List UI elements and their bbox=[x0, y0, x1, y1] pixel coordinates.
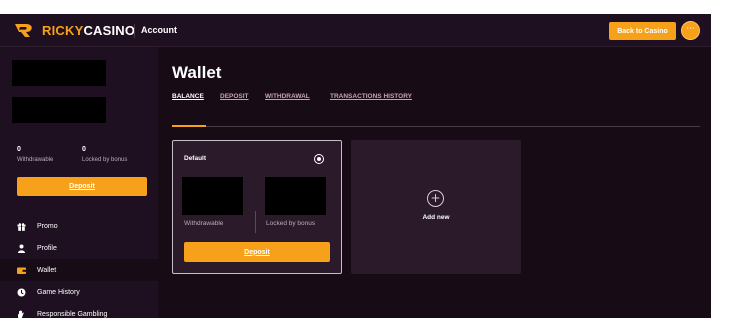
sidebar: 0 Withdrawable 0 Locked by bonus Deposit… bbox=[0, 47, 158, 318]
wallet-withdrawable-label: Withdrawable bbox=[184, 220, 224, 227]
page-title: Wallet bbox=[172, 63, 222, 82]
active-tab-indicator bbox=[172, 125, 206, 127]
back-to-casino-button[interactable]: Back to Casino bbox=[609, 22, 676, 40]
sidebar-item-label: Promo bbox=[37, 222, 58, 230]
tab-balance[interactable]: BALANCE bbox=[172, 93, 204, 100]
sidebar-item-profile[interactable]: Profile bbox=[0, 237, 158, 259]
locked-bonus-label: Locked by bonus bbox=[82, 157, 128, 163]
sidebar-item-game-history[interactable]: Game History bbox=[0, 281, 158, 303]
wallet-card-divider bbox=[255, 211, 256, 233]
withdrawable-label: Withdrawable bbox=[17, 157, 54, 163]
user-icon bbox=[17, 244, 26, 253]
wallet-deposit-button[interactable]: Deposit bbox=[184, 242, 330, 262]
default-wallet-card[interactable]: Default Withdrawable Locked by bonus Dep… bbox=[172, 140, 342, 274]
redacted-balance bbox=[12, 97, 106, 123]
plus-circle-icon: + bbox=[427, 190, 444, 207]
gift-icon bbox=[17, 222, 26, 231]
more-menu-button[interactable]: ··· bbox=[681, 21, 700, 40]
redacted-username bbox=[12, 60, 106, 86]
brand-logo[interactable]: RICKYCASINO bbox=[14, 22, 135, 38]
section-title: Account bbox=[141, 25, 177, 35]
wallet-card-title: Default bbox=[184, 155, 207, 162]
tabs-divider bbox=[172, 126, 700, 127]
ricky-logo-icon bbox=[15, 24, 32, 37]
wallet-locked-label: Locked by bonus bbox=[266, 220, 316, 227]
hand-icon bbox=[17, 309, 26, 318]
sidebar-item-label: Game History bbox=[37, 288, 80, 296]
top-bar: RICKYCASINO Account Back to Casino ··· bbox=[0, 14, 711, 47]
tab-withdrawal[interactable]: WITHDRAWAL bbox=[265, 93, 310, 100]
tab-transactions-history[interactable]: TRANSACTIONS HISTORY bbox=[330, 93, 412, 100]
sidebar-item-wallet[interactable]: Wallet bbox=[0, 259, 158, 281]
sidebar-item-label: Responsible Gambling bbox=[37, 310, 108, 318]
brand-name: RICKYCASINO bbox=[42, 22, 136, 38]
sidebar-item-promo[interactable]: Promo bbox=[0, 215, 158, 237]
sidebar-item-label: Profile bbox=[37, 244, 57, 252]
sidebar-item-responsible-gambling[interactable]: Responsible Gambling bbox=[0, 303, 158, 318]
redacted-locked-amount bbox=[265, 177, 326, 215]
tab-deposit[interactable]: DEPOSIT bbox=[220, 93, 249, 100]
account-app: RICKYCASINO Account Back to Casino ··· 0… bbox=[0, 14, 711, 318]
redacted-withdrawable-amount bbox=[182, 177, 243, 215]
locked-bonus-value: 0 bbox=[82, 146, 86, 153]
sidebar-deposit-button[interactable]: Deposit bbox=[17, 177, 147, 196]
withdrawable-value: 0 bbox=[17, 146, 21, 153]
sidebar-item-label: Wallet bbox=[37, 266, 57, 274]
add-new-label: Add new bbox=[422, 214, 450, 221]
add-new-wallet-card[interactable]: + Add new bbox=[351, 140, 521, 274]
more-dots-icon: ··· bbox=[686, 24, 695, 34]
wallet-icon bbox=[17, 266, 26, 275]
clock-icon bbox=[17, 288, 26, 297]
header-divider bbox=[134, 24, 135, 38]
wallet-selected-radio[interactable] bbox=[314, 154, 324, 164]
